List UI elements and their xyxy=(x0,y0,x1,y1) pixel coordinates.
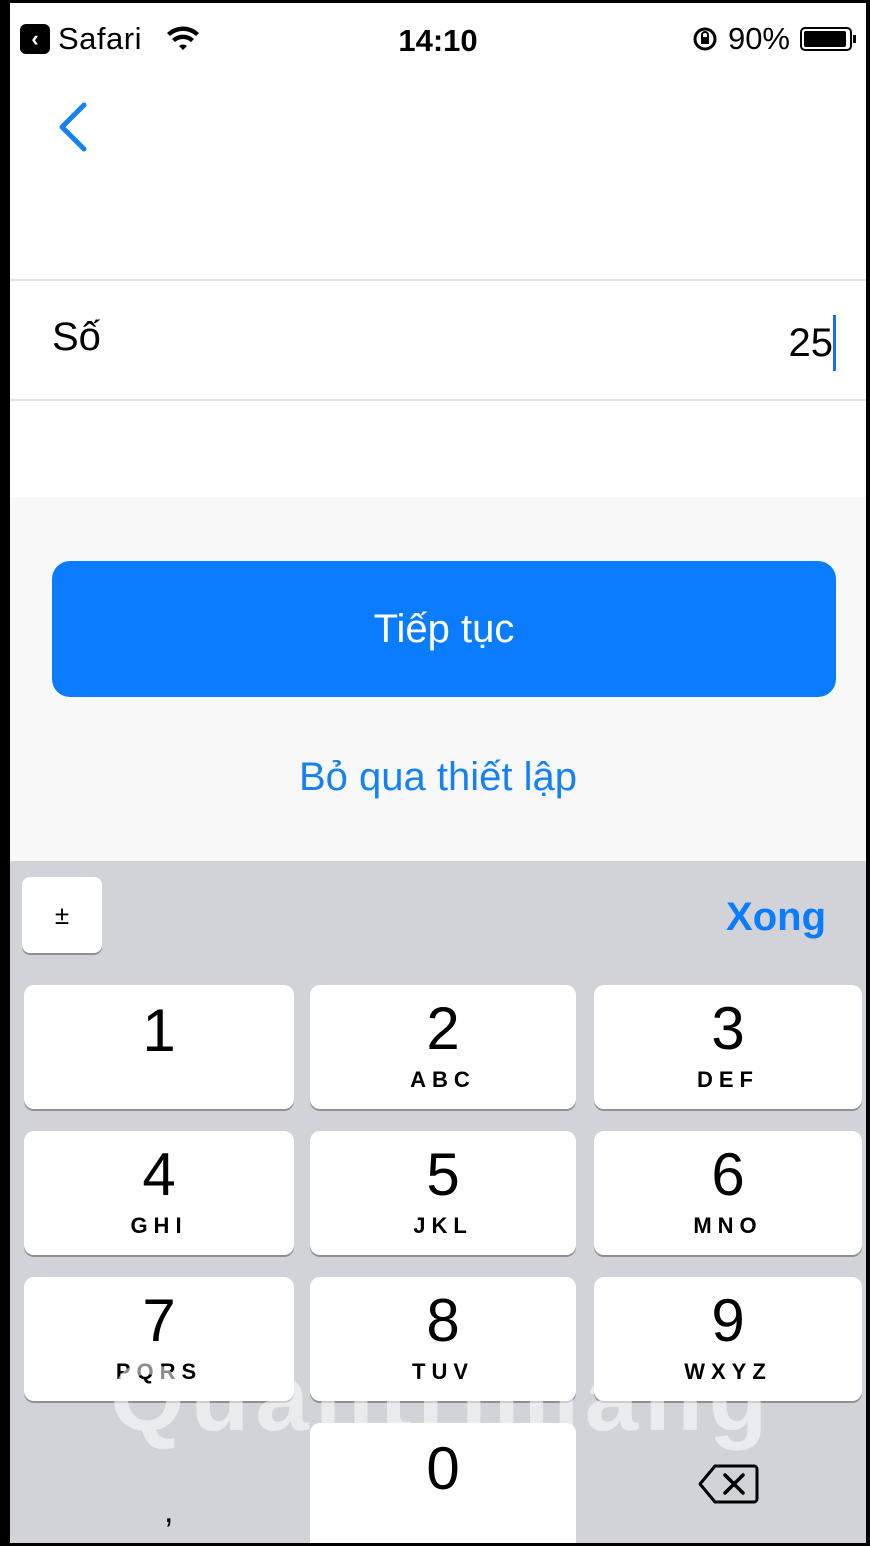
plus-minus-key[interactable]: ± xyxy=(22,877,102,953)
key-1[interactable]: 1 xyxy=(24,985,294,1109)
key-letters: TUV xyxy=(412,1359,474,1384)
key-6[interactable]: 6 MNO xyxy=(594,1131,862,1255)
key-letters: WXYZ xyxy=(684,1359,772,1384)
comma-key[interactable]: , xyxy=(24,1423,294,1543)
backspace-icon xyxy=(698,1464,759,1504)
key-number: 8 xyxy=(426,1287,460,1354)
rotation-lock-icon xyxy=(693,27,717,51)
key-number: 3 xyxy=(711,995,745,1062)
status-bar: ‹ Safari 14:10 90% xyxy=(10,3,866,75)
number-field-label: Số xyxy=(52,315,101,359)
key-letters: PQRS xyxy=(115,1359,203,1384)
key-3[interactable]: 3 DEF xyxy=(594,985,862,1109)
key-number: 6 xyxy=(711,1141,745,1208)
row-divider-bottom xyxy=(10,399,866,401)
numeric-keyboard: ± Xong 1 2 ABC 3 DEF 4 GHI 5 JKL 6 MNO 7… xyxy=(10,861,866,1543)
keyboard-accessory-bar: ± Xong xyxy=(10,861,866,971)
back-chevron-icon[interactable] xyxy=(50,99,94,155)
key-letters: DEF xyxy=(697,1067,759,1092)
delete-key[interactable] xyxy=(594,1423,862,1543)
key-9[interactable]: 9 WXYZ xyxy=(594,1277,862,1401)
key-5[interactable]: 5 JKL xyxy=(310,1131,576,1255)
status-right: 90% xyxy=(692,21,858,57)
skip-setup-link[interactable]: Bỏ qua thiết lập xyxy=(10,755,866,800)
phone-screen: ‹ Safari 14:10 90% Số 25 Tiếp tục Bỏ qua… xyxy=(0,0,870,1546)
action-area: Tiếp tục Bỏ qua thiết lập xyxy=(10,497,866,863)
number-input-value[interactable]: 25 xyxy=(789,321,834,366)
key-4[interactable]: 4 GHI xyxy=(24,1131,294,1255)
key-letters: MNO xyxy=(693,1213,763,1238)
key-number: 2 xyxy=(426,995,460,1062)
key-0[interactable]: 0 xyxy=(310,1423,576,1543)
battery-icon xyxy=(800,27,856,51)
continue-button[interactable]: Tiếp tục xyxy=(52,561,836,697)
key-number: 7 xyxy=(142,1287,176,1354)
key-number: 0 xyxy=(426,1435,460,1502)
comma-label: , xyxy=(164,1492,174,1530)
key-letters: JKL xyxy=(413,1213,473,1238)
key-8[interactable]: 8 TUV xyxy=(310,1277,576,1401)
text-caret xyxy=(833,315,836,371)
row-divider-top xyxy=(10,279,866,281)
key-number: 1 xyxy=(142,997,176,1064)
battery-percent: 90% xyxy=(727,21,790,56)
key-number: 9 xyxy=(711,1287,745,1354)
key-letters: GHI xyxy=(130,1213,188,1238)
number-input[interactable]: 25 xyxy=(789,315,836,371)
done-button[interactable]: Xong xyxy=(726,895,826,940)
key-letters: ABC xyxy=(410,1067,476,1092)
key-7[interactable]: 7 PQRS xyxy=(24,1277,294,1401)
key-number: 5 xyxy=(426,1141,460,1208)
key-number: 4 xyxy=(142,1141,176,1208)
key-2[interactable]: 2 ABC xyxy=(310,985,576,1109)
